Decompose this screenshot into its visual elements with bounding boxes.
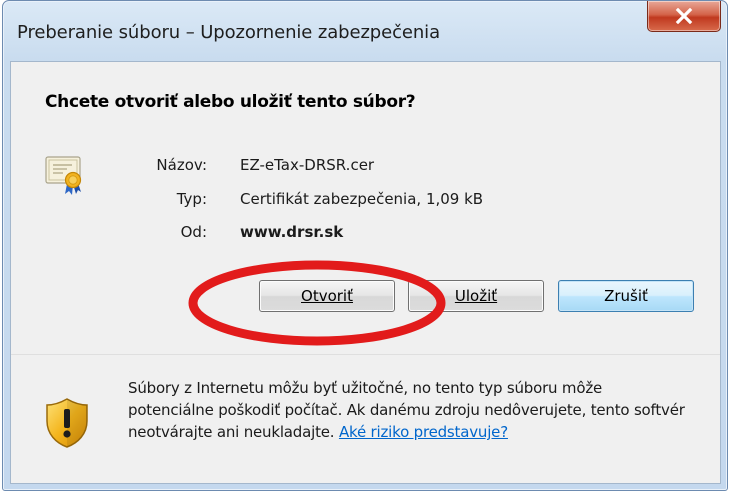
close-icon (675, 8, 693, 24)
file-name-value: EZ-eTax-DRSR.cer (240, 156, 375, 174)
file-type-label: Typ: (176, 190, 207, 208)
title-bar[interactable]: Preberanie súboru – Upozornenie zabezpeč… (3, 1, 727, 61)
file-name-label: Názov: (156, 156, 207, 174)
save-button[interactable]: Uložiť (408, 280, 544, 312)
close-button[interactable] (647, 1, 721, 32)
cancel-button-label: Zrušiť (604, 287, 648, 305)
shield-warning-icon (46, 398, 88, 448)
dialog-client-area: Chcete otvoriť alebo uložiť tento súbor?… (10, 61, 721, 484)
file-source-label: Od: (180, 223, 207, 241)
file-info-panel: Chcete otvoriť alebo uložiť tento súbor?… (11, 62, 720, 354)
open-button[interactable]: Otvoriť (259, 280, 395, 312)
security-warning-text: Súbory z Internetu môžu byť užitočné, no… (128, 377, 688, 443)
dialog-window: Preberanie súboru – Upozornenie zabezpeč… (2, 0, 728, 491)
save-button-label: Uložiť (454, 287, 498, 305)
file-type-value: Certifikát zabezpečenia, 1,09 kB (240, 190, 484, 208)
open-button-label: Otvoriť (301, 287, 353, 305)
risk-info-link[interactable]: Aké riziko predstavuje? (339, 423, 508, 441)
file-source-value: www.drsr.sk (240, 223, 344, 241)
security-warning-panel: Súbory z Internetu môžu byť užitočné, no… (11, 355, 720, 483)
cancel-button[interactable]: Zrušiť (558, 280, 694, 312)
certificate-icon (45, 156, 82, 195)
dialog-question: Chcete otvoriť alebo uložiť tento súbor? (45, 92, 416, 112)
window-title: Preberanie súboru – Upozornenie zabezpeč… (17, 22, 441, 43)
